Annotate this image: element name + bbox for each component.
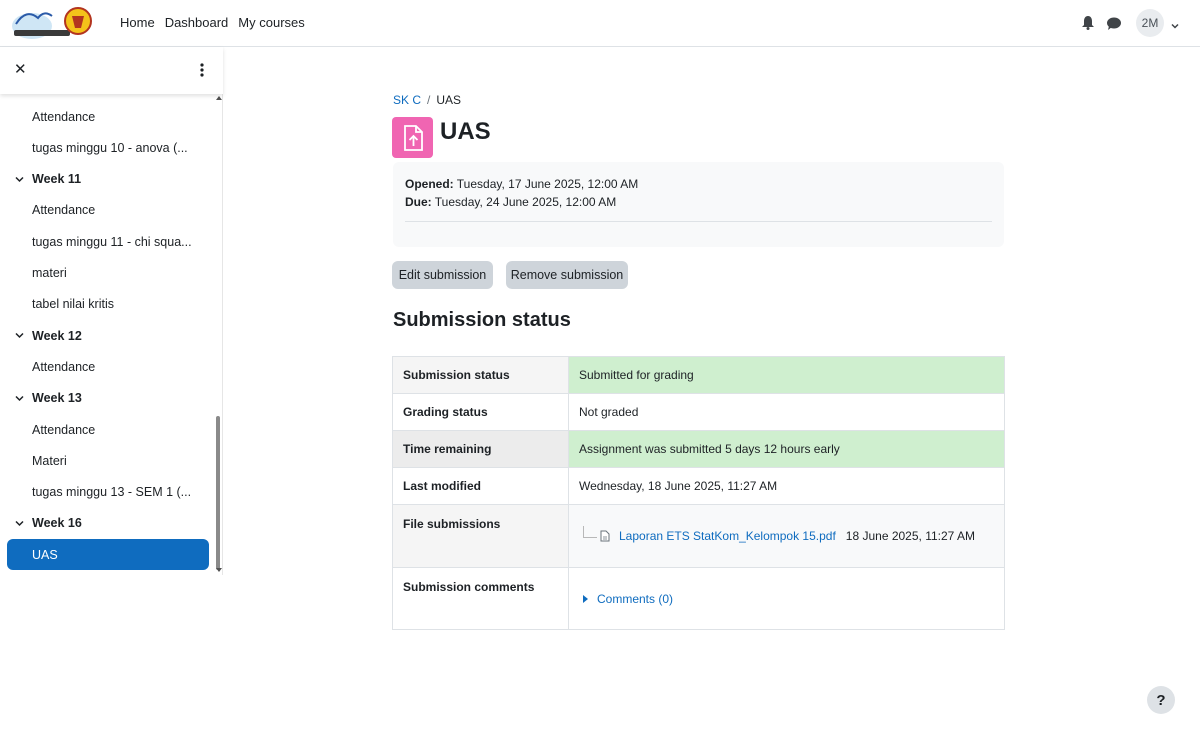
- item-label: Attendance: [32, 109, 96, 124]
- course-section-header[interactable]: Week 12: [0, 320, 214, 351]
- table-row: Last modified Wednesday, 18 June 2025, 1…: [392, 467, 1005, 505]
- breadcrumb-current: UAS: [436, 93, 462, 107]
- chevron-down-icon[interactable]: [14, 330, 25, 341]
- table-row: Grading status Not graded: [392, 393, 1005, 431]
- item-label: Materi: [32, 453, 67, 468]
- last-modified-label: Last modified: [392, 467, 569, 505]
- item-label: tugas minggu 10 - anova (...: [32, 140, 188, 155]
- section-label: Week 11: [32, 172, 82, 187]
- course-section-header[interactable]: Week 13: [0, 383, 214, 414]
- drawer-header: ✕: [0, 47, 223, 94]
- breadcrumb-separator: /: [427, 93, 431, 107]
- table-row: File submissions Laporan ETS StatKom_Kel…: [392, 504, 1005, 568]
- close-drawer-icon[interactable]: ✕: [14, 62, 27, 77]
- nav-home[interactable]: Home: [120, 15, 155, 30]
- file-submissions-label: File submissions: [392, 504, 569, 568]
- remove-submission-button[interactable]: Remove submission: [506, 261, 628, 289]
- submission-comments-label: Submission comments: [392, 567, 569, 630]
- chevron-down-icon[interactable]: [14, 393, 25, 404]
- comments-toggle[interactable]: Comments (0): [579, 592, 994, 606]
- course-index-item[interactable]: tugas minggu 11 - chi squa...: [0, 226, 214, 257]
- course-index-item[interactable]: tugas minggu 10 - anova (...: [0, 132, 214, 163]
- comments-link[interactable]: Comments (0): [597, 592, 673, 606]
- course-section-header[interactable]: Week 11: [0, 164, 214, 195]
- breadcrumb: SK C / UAS: [393, 93, 461, 107]
- top-navbar: Home Dashboard My courses 2M: [0, 0, 1200, 47]
- table-row: Submission status Submitted for grading: [392, 356, 1005, 394]
- course-index-list: Attendance tugas minggu 10 - anova (... We…: [0, 94, 214, 575]
- section-label: Week 16: [32, 516, 82, 531]
- item-label: tugas minggu 11 - chi squa...: [32, 234, 192, 249]
- due-value: Tuesday, 24 June 2025, 12:00 AM: [431, 195, 617, 209]
- course-index-item[interactable]: materi: [0, 258, 214, 289]
- course-index-item[interactable]: Attendance: [0, 101, 214, 132]
- chevron-down-icon[interactable]: [14, 174, 25, 185]
- breadcrumb-course-link[interactable]: SK C: [393, 93, 421, 107]
- time-remaining-label: Time remaining: [392, 430, 569, 468]
- course-index-item[interactable]: tabel nilai kritis: [0, 289, 214, 320]
- user-avatar[interactable]: 2M: [1136, 9, 1164, 37]
- scroll-thumb[interactable]: [216, 416, 220, 570]
- tree-connector: [583, 526, 597, 538]
- edit-submission-button[interactable]: Edit submission: [392, 261, 493, 289]
- course-index-item[interactable]: Materi: [0, 445, 214, 476]
- submission-status-heading: Submission status: [393, 309, 571, 331]
- notifications-bell-icon[interactable]: [1080, 15, 1096, 31]
- nav-dashboard[interactable]: Dashboard: [165, 15, 229, 30]
- submission-status-label: Submission status: [392, 356, 569, 394]
- messages-chat-icon[interactable]: [1106, 15, 1122, 31]
- divider: [405, 221, 992, 222]
- submitted-file-date: 18 June 2025, 11:27 AM: [845, 529, 976, 543]
- item-label: Attendance: [32, 359, 96, 374]
- caret-right-icon[interactable]: [583, 594, 588, 603]
- course-index-item[interactable]: Attendance: [0, 351, 214, 382]
- time-remaining-value: Assignment was submitted 5 days 12 hours…: [568, 430, 1005, 468]
- due-label: Due:: [405, 195, 432, 209]
- item-label: materi: [32, 266, 67, 280]
- course-index-item[interactable]: Attendance: [0, 195, 214, 226]
- last-modified-value: Wednesday, 18 June 2025, 11:27 AM: [568, 467, 1005, 505]
- course-index-item[interactable]: tugas minggu 13 - SEM 1 (...: [0, 477, 214, 508]
- opened-label: Opened:: [405, 177, 454, 191]
- grading-status-value: Not graded: [568, 393, 1005, 431]
- item-label: tabel nilai kritis: [32, 297, 114, 312]
- file-submissions-value: Laporan ETS StatKom_Kelompok 15.pdf 18 J…: [568, 504, 1005, 568]
- table-row: Time remaining Assignment was submitted …: [392, 430, 1005, 468]
- section-label: Week 13: [32, 391, 82, 406]
- section-label: Week 12: [32, 328, 82, 343]
- submitted-file-link[interactable]: Laporan ETS StatKom_Kelompok 15.pdf: [619, 529, 836, 543]
- chevron-down-icon[interactable]: [14, 518, 25, 529]
- submission-status-value: Submitted for grading: [568, 356, 1005, 394]
- site-logo[interactable]: [12, 4, 92, 42]
- activity-dates: Opened: Tuesday, 17 June 2025, 12:00 AM …: [393, 162, 1004, 247]
- file-tree: Laporan ETS StatKom_Kelompok 15.pdf 18 J…: [579, 526, 994, 543]
- opened-date: Opened: Tuesday, 17 June 2025, 12:00 AM: [405, 177, 638, 191]
- help-button[interactable]: ?: [1147, 686, 1175, 714]
- due-date: Due: Tuesday, 24 June 2025, 12:00 AM: [405, 195, 616, 209]
- item-label: tugas minggu 13 - SEM 1 (...: [32, 485, 192, 500]
- chevron-down-icon[interactable]: [1170, 18, 1180, 29]
- drawer-scrollbar[interactable]: [214, 94, 222, 575]
- grading-status-label: Grading status: [392, 393, 569, 431]
- scroll-down-arrow-icon[interactable]: [216, 568, 222, 572]
- nav-my-courses[interactable]: My courses: [238, 15, 304, 30]
- assignment-upload-icon: [392, 117, 433, 158]
- item-label: Attendance: [32, 203, 96, 218]
- submission-status-table: Submission status Submitted for grading …: [392, 356, 1005, 630]
- more-options-icon[interactable]: [196, 61, 208, 79]
- page-title: UAS: [440, 118, 491, 145]
- pdf-file-icon: [599, 530, 611, 542]
- course-index-item[interactable]: Attendance: [0, 414, 214, 445]
- opened-value: Tuesday, 17 June 2025, 12:00 AM: [453, 177, 639, 191]
- item-label: Attendance: [32, 422, 96, 437]
- scroll-up-arrow-icon[interactable]: [216, 96, 222, 100]
- course-index-item-active[interactable]: UAS: [7, 539, 209, 571]
- item-label: UAS: [32, 547, 58, 562]
- course-index-drawer: ✕ Attendance tugas minggu 10 - anova (...…: [0, 47, 223, 575]
- submission-comments-value: Comments (0): [568, 567, 1005, 630]
- course-section-header[interactable]: Week 16: [0, 508, 214, 539]
- table-row: Submission comments Comments (0): [392, 567, 1005, 630]
